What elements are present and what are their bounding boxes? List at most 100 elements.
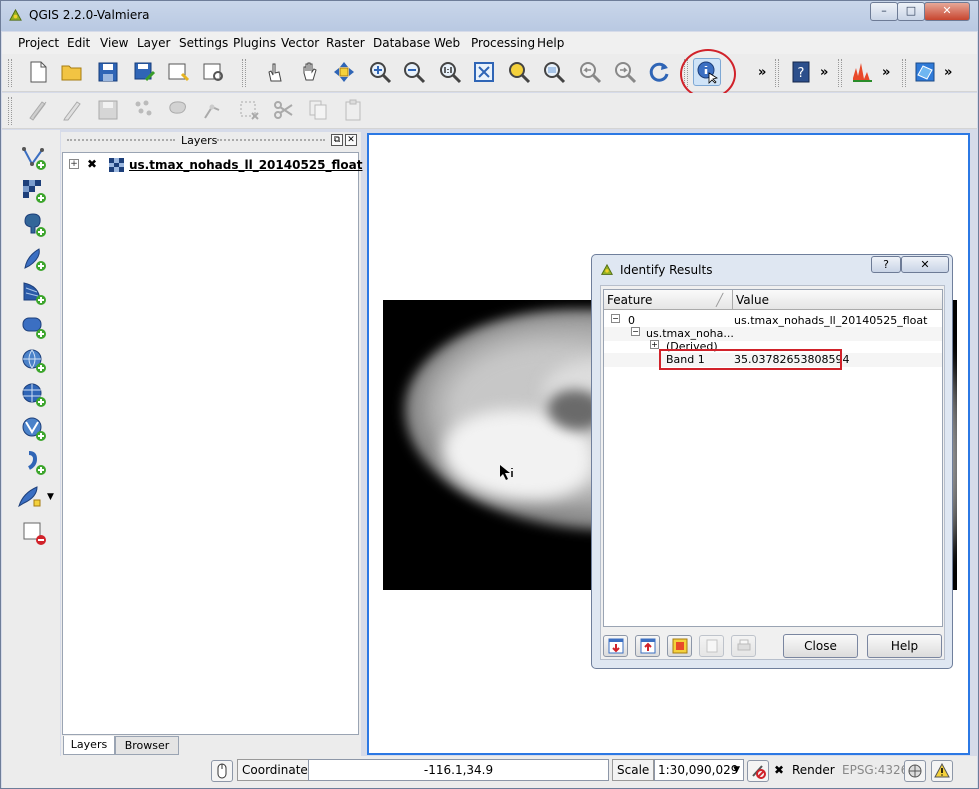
add-wcs-layer-button[interactable] [20,381,48,409]
new-print-composer-button[interactable] [164,58,192,86]
add-vector-layer-button[interactable] [20,144,48,172]
layer-item[interactable]: + ✖ us.tmax_nohads_ll_20140525_float [67,157,362,173]
layer-tree[interactable]: + ✖ us.tmax_nohads_ll_20140525_float [62,152,362,735]
close-panel-button[interactable]: ✕ [345,134,357,146]
tab-layers[interactable]: Layers [63,736,115,755]
toolbar-grip[interactable] [775,59,779,87]
menu-web[interactable]: Web [434,36,460,50]
help-button[interactable]: Help [867,634,942,658]
close-window-button[interactable]: ✕ [924,2,970,21]
close-button[interactable]: Close [783,634,858,658]
menu-plugins[interactable]: Plugins [233,36,276,50]
histogram-button[interactable] [848,58,876,86]
expand-layer-toggle[interactable]: + [69,159,79,169]
delete-selected-button[interactable] [235,96,263,124]
menu-layer[interactable]: Layer [137,36,170,50]
copy-features-button[interactable] [304,96,332,124]
minimize-button[interactable]: – [870,2,898,21]
composer-manager-button[interactable] [199,58,227,86]
dialog-close-button[interactable]: ✕ [901,256,949,273]
add-spatialite-layer-button[interactable] [20,245,48,273]
tab-browser[interactable]: Browser [115,736,179,755]
add-polygon-button[interactable] [164,96,192,124]
zoom-to-layer-button[interactable] [540,58,568,86]
column-header-feature[interactable]: Feature [607,293,652,307]
menu-raster[interactable]: Raster [326,36,365,50]
menu-vector[interactable]: Vector [281,36,319,50]
collapse-toggle[interactable]: − [611,314,620,323]
toggle-extents-button[interactable] [211,760,233,782]
add-delimited-text-layer-button[interactable] [20,449,48,477]
touch-zoom-button[interactable] [260,58,288,86]
column-resize-handle[interactable]: ╱ [716,293,723,307]
move-feature-button[interactable] [199,96,227,124]
float-panel-button[interactable]: ⧉ [331,134,343,146]
new-project-button[interactable] [24,58,52,86]
identify-results-tree[interactable]: Feature ╱ Value − 0 us.tmax_nohads_ll_20… [603,289,943,627]
add-point-button[interactable] [130,96,158,124]
zoom-full-button[interactable] [470,58,498,86]
add-raster-layer-button[interactable] [20,177,48,205]
new-layer-dropdown-icon[interactable]: ▼ [47,492,54,502]
new-shapefile-layer-button[interactable] [16,483,44,511]
save-layer-edits-button[interactable] [94,96,122,124]
layer-name[interactable]: us.tmax_nohads_ll_20140525_float [129,158,362,172]
add-oracle-layer-button[interactable] [20,313,48,341]
pan-to-selection-button[interactable] [330,58,358,86]
remove-layer-button[interactable] [20,519,48,547]
menu-view[interactable]: View [100,36,128,50]
toolbar-overflow-button[interactable]: » [758,65,766,80]
maximize-button[interactable]: □ [897,2,925,21]
toolbar-overflow-button[interactable]: » [882,65,890,80]
tree-row-layer[interactable]: − us.tmax_noha... [604,327,942,341]
menu-project[interactable]: Project [18,36,59,50]
toolbar-overflow-button[interactable]: » [820,65,828,80]
open-project-button[interactable] [58,58,86,86]
dialog-help-button[interactable]: ? [871,256,901,273]
refresh-button[interactable] [645,58,673,86]
help-contents-button[interactable]: ? [787,58,815,86]
zoom-in-button[interactable] [366,58,394,86]
save-as-button[interactable] [130,58,158,86]
menu-edit[interactable]: Edit [67,36,90,50]
render-checkbox[interactable]: ✖ [774,763,784,777]
menu-help[interactable]: Help [537,36,564,50]
add-postgis-layer-button[interactable] [20,211,48,239]
georeferencer-button[interactable] [911,58,939,86]
add-mssql-layer-button[interactable] [20,279,48,307]
current-edits-button[interactable] [24,96,52,124]
save-project-button[interactable] [94,58,122,86]
zoom-to-selection-button[interactable] [505,58,533,86]
column-header-value[interactable]: Value [736,293,769,307]
zoom-native-resolution-button[interactable] [436,58,464,86]
zoom-out-button[interactable] [400,58,428,86]
toolbar-grip[interactable] [8,59,12,87]
scale-combobox[interactable]: 1:30,090,029 ▼ [654,759,744,781]
layer-visibility-checkbox[interactable]: ✖ [87,158,99,170]
collapse-toggle[interactable]: − [631,327,640,336]
messages-button[interactable] [931,760,953,782]
menu-settings[interactable]: Settings [179,36,228,50]
crs-settings-button[interactable] [904,760,926,782]
expand-new-results-button[interactable] [667,635,692,657]
zoom-last-button[interactable] [576,58,604,86]
cut-features-button[interactable] [270,96,298,124]
panel-drag-handle[interactable] [217,139,325,143]
toolbar-grip[interactable] [838,59,842,87]
zoom-next-button[interactable] [611,58,639,86]
add-wms-layer-button[interactable] [20,347,48,375]
crs-status[interactable]: EPSG:4326 [842,763,908,777]
toolbar-grip[interactable] [242,59,246,87]
toolbar-overflow-button[interactable]: » [944,65,952,80]
expand-toggle[interactable]: + [650,340,659,349]
menu-database[interactable]: Database [373,36,430,50]
coordinate-field[interactable]: -116.1,34.9 [308,759,609,781]
add-wfs-layer-button[interactable] [20,415,48,443]
toolbar-grip[interactable] [902,59,906,87]
copy-results-button[interactable] [699,635,724,657]
menu-processing[interactable]: Processing [471,36,535,50]
collapse-all-button[interactable] [635,635,660,657]
tree-row-feature[interactable]: − 0 us.tmax_nohads_ll_20140525_float [604,314,942,328]
expand-all-button[interactable] [603,635,628,657]
print-results-button[interactable] [731,635,756,657]
